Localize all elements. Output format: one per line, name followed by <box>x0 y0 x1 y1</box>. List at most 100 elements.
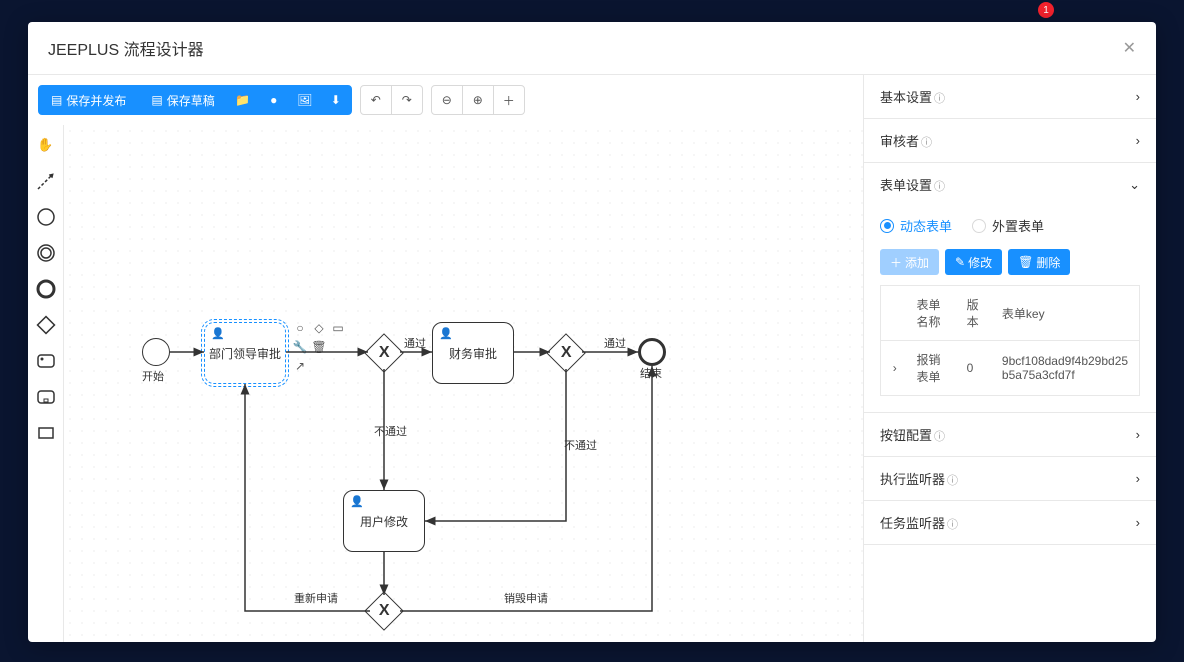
gateway-2[interactable]: X <box>546 333 586 373</box>
edge-label: 销毁申请 <box>504 590 548 606</box>
start-event-tool[interactable] <box>34 205 58 229</box>
table-row[interactable]: › 报销表单 0 9bcf108dad9f4b29bd25b5a75a3cfd7… <box>881 341 1140 396</box>
new-button[interactable]: ● <box>258 85 290 115</box>
task-node-finance[interactable]: 👤 财务审批 <box>432 322 514 384</box>
delete-button[interactable]: 🗑 删除 <box>1008 249 1070 275</box>
section-basic[interactable]: 基本设置ⓘ› <box>864 75 1156 118</box>
th-key: 表单key <box>994 286 1140 341</box>
gateway-tool[interactable] <box>34 313 58 337</box>
help-icon: ⓘ <box>921 137 932 149</box>
folder-icon: 📁 <box>235 93 250 107</box>
cell-key: 9bcf108dad9f4b29bd25b5a75a3cfd7f <box>994 341 1140 396</box>
draft-button[interactable]: ▤ 保存草稿 <box>138 85 227 115</box>
ctx-wrench-icon[interactable]: 🔧 <box>292 339 308 355</box>
hand-tool[interactable]: ✋ <box>34 133 58 157</box>
user-icon: 👤 <box>211 327 225 340</box>
add-button[interactable]: ＋ 添加 <box>880 249 939 275</box>
task-label: 财务审批 <box>449 345 497 362</box>
zoom-in-icon: ⊕ <box>473 93 483 107</box>
subprocess-tool[interactable] <box>34 385 58 409</box>
fit-button[interactable]: ＋ <box>493 85 525 115</box>
palette: ✋ <box>28 125 64 642</box>
edge-label: 通过 <box>404 335 426 351</box>
gateway-3[interactable]: X <box>364 591 404 631</box>
start-label: 开始 <box>142 368 164 384</box>
task-label: 用户修改 <box>360 513 408 530</box>
help-icon: ⓘ <box>947 475 958 487</box>
help-icon: ⓘ <box>934 181 945 193</box>
close-icon[interactable]: ✕ <box>1123 38 1136 58</box>
user-icon: 👤 <box>350 495 364 508</box>
redo-button[interactable]: ↷ <box>391 85 423 115</box>
help-icon: ⓘ <box>947 519 958 531</box>
chevron-down-icon: ⌄ <box>1129 177 1140 193</box>
section-approver[interactable]: 审核者ⓘ› <box>864 119 1156 162</box>
task-node-dept[interactable]: 👤 部门领导审批 <box>204 322 286 384</box>
chevron-right-icon: › <box>1136 427 1140 442</box>
edge-label: 不通过 <box>374 423 407 439</box>
intermediate-event-tool[interactable] <box>34 241 58 265</box>
zoom-in-button[interactable]: ⊕ <box>462 85 494 115</box>
publish-button[interactable]: ▤ 保存并发布 <box>38 85 139 115</box>
section-task-listener[interactable]: 任务监听器ⓘ› <box>864 501 1156 544</box>
image-icon: 🖼 <box>297 93 312 107</box>
section-form[interactable]: 表单设置ⓘ⌄ <box>864 163 1156 206</box>
edge-label: 重新申请 <box>294 590 338 606</box>
section-exec-listener[interactable]: 执行监听器ⓘ› <box>864 457 1156 500</box>
modal-title: JEEPLUS 流程设计器 <box>48 36 204 60</box>
ctx-trash-icon[interactable]: 🗑 <box>311 339 327 355</box>
download-button[interactable]: ⬇ <box>320 85 352 115</box>
redo-icon: ↷ <box>402 93 412 107</box>
data-object-tool[interactable] <box>34 421 58 445</box>
ctx-annotation-icon[interactable]: ▭ <box>330 320 346 336</box>
help-icon: ⓘ <box>934 93 945 105</box>
cell-version: 0 <box>959 341 994 396</box>
plus-icon: ＋ <box>503 92 515 109</box>
context-menu: ○ ◇ ▭ 🔧 🗑 ↗ <box>292 320 352 374</box>
designer-modal: JEEPLUS 流程设计器 ✕ ▤ 保存并发布 ▤ 保存草稿 📁 ● 🖼 ⬇ ↶ ↷ <box>28 22 1156 642</box>
form-table: 表单名称 版本 表单key › 报销表单 0 9bcf108dad9f4b29b… <box>880 285 1140 396</box>
user-task-tool[interactable] <box>34 349 58 373</box>
help-icon: ⓘ <box>934 431 945 443</box>
toolbar: ▤ 保存并发布 ▤ 保存草稿 📁 ● 🖼 ⬇ ↶ ↷ ⊖ ⊕ ＋ <box>28 75 863 125</box>
end-event-tool[interactable] <box>34 277 58 301</box>
task-label: 部门领导审批 <box>209 345 281 362</box>
undo-button[interactable]: ↶ <box>360 85 392 115</box>
draft-label: 保存草稿 <box>167 92 215 109</box>
end-node[interactable] <box>638 338 666 366</box>
lasso-tool[interactable] <box>34 169 58 193</box>
download-icon: ⬇ <box>331 93 341 107</box>
image-button[interactable]: 🖼 <box>289 85 321 115</box>
section-button[interactable]: 按钮配置ⓘ› <box>864 413 1156 456</box>
zoom-out-icon: ⊖ <box>442 93 452 107</box>
undo-icon: ↶ <box>371 93 381 107</box>
chevron-right-icon: › <box>1136 515 1140 530</box>
left-panel: ▤ 保存并发布 ▤ 保存草稿 📁 ● 🖼 ⬇ ↶ ↷ ⊖ ⊕ ＋ <box>28 75 864 642</box>
ctx-gateway-icon[interactable]: ◇ <box>311 320 327 336</box>
canvas[interactable]: 开始 👤 部门领导审批 ○ ◇ ▭ 🔧 🗑 ↗ <box>64 125 863 642</box>
zoom-out-button[interactable]: ⊖ <box>431 85 463 115</box>
cell-name: 报销表单 <box>909 341 959 396</box>
edge-label: 通过 <box>604 335 626 351</box>
task-node-usermod[interactable]: 👤 用户修改 <box>343 490 425 552</box>
open-button[interactable]: 📁 <box>227 85 259 115</box>
publish-label: 保存并发布 <box>66 92 126 109</box>
th-version: 版本 <box>959 286 994 341</box>
save-icon: ▤ <box>51 93 62 107</box>
chevron-right-icon: › <box>1136 133 1140 148</box>
edit-button[interactable]: ✎ 修改 <box>945 249 1002 275</box>
radio-dynamic-form[interactable]: 动态表单 <box>880 216 952 235</box>
properties-panel: 基本设置ⓘ› 审核者ⓘ› 表单设置ⓘ⌄ 动态表单 外置表单 ＋ 添加 ✎ 修改 … <box>864 75 1156 642</box>
plus-circle-icon: ● <box>270 93 277 107</box>
chevron-right-icon: › <box>1136 89 1140 104</box>
start-node[interactable] <box>142 338 170 366</box>
gateway-1[interactable]: X <box>364 333 404 373</box>
ctx-event-icon[interactable]: ○ <box>292 320 308 336</box>
save-icon: ▤ <box>151 93 162 107</box>
ctx-connect-icon[interactable]: ↗ <box>292 358 308 374</box>
user-icon: 👤 <box>439 327 453 340</box>
end-label: 结束 <box>640 365 662 381</box>
notification-badge[interactable]: 1 <box>1038 2 1054 18</box>
radio-external-form[interactable]: 外置表单 <box>972 216 1044 235</box>
expand-icon[interactable]: › <box>881 341 909 396</box>
